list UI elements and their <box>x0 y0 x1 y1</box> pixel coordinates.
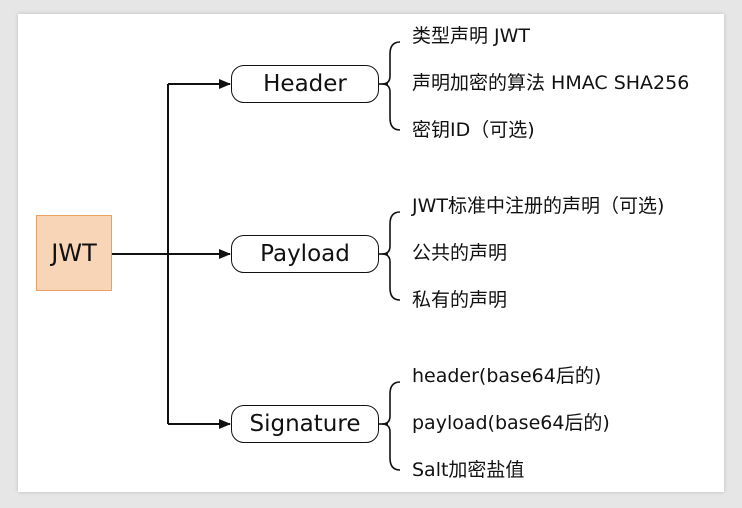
leaf-item: Salt加密盐值 <box>412 459 525 481</box>
header-brace <box>378 41 401 131</box>
leaf-item: 私有的声明 <box>412 289 508 311</box>
leaf-item: 密钥ID（可选) <box>412 119 535 141</box>
payload-brace <box>378 211 401 301</box>
branch-node-signature: Signature <box>231 405 379 443</box>
leaf-item: header(base64后的) <box>412 365 602 387</box>
branch-node-label: Payload <box>260 241 350 267</box>
leaf-item: payload(base64后的) <box>412 412 610 434</box>
leaf-item: 公共的声明 <box>412 242 508 264</box>
branch-node-header: Header <box>231 65 379 103</box>
leaf-item: JWT标准中注册的声明（可选) <box>412 195 665 217</box>
leaf-item: 声明加密的算法 HMAC SHA256 <box>412 72 690 94</box>
branch-node-payload: Payload <box>231 235 379 273</box>
root-node-label: JWT <box>51 239 97 267</box>
leaf-item: 类型声明 JWT <box>412 25 531 47</box>
branch-node-label: Signature <box>249 411 361 437</box>
root-node-jwt: JWT <box>36 215 112 291</box>
branch-node-label: Header <box>263 71 347 97</box>
signature-brace <box>378 381 401 471</box>
